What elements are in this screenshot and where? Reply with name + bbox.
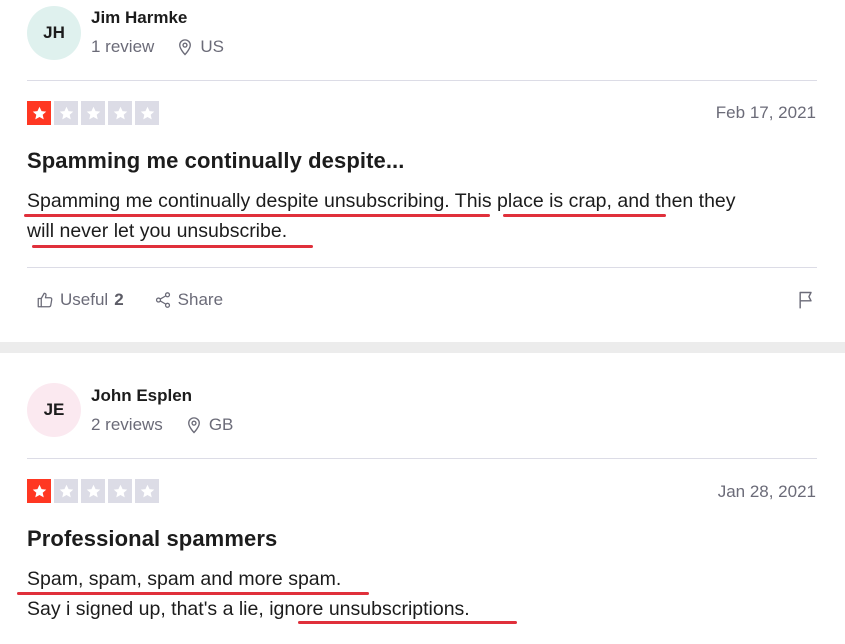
- review-body-line: Spam, spam, spam and more spam.: [27, 568, 342, 590]
- highlight-underline: [503, 214, 666, 217]
- star-icon: [27, 479, 51, 503]
- review-count: 2 reviews: [91, 415, 163, 434]
- share-icon: [155, 292, 170, 308]
- divider: [27, 267, 817, 268]
- reviewer-country: US: [200, 37, 224, 56]
- divider: [27, 80, 817, 81]
- reviewer-country: GB: [208, 415, 234, 434]
- reviewer-meta: 1 review US: [91, 37, 224, 57]
- review-body-line: Say i signed up, that's a lie, ignore un…: [27, 598, 470, 620]
- star-icon: [27, 101, 51, 125]
- reviewer-meta: 2 reviews GB: [91, 415, 233, 435]
- highlight-underline: [24, 214, 490, 217]
- share-label: Share: [177, 290, 224, 309]
- avatar[interactable]: JE: [27, 383, 81, 437]
- highlight-underline: [32, 245, 313, 248]
- review-card: JH Jim Harmke 1 review US Feb 17, 2021 S…: [0, 0, 845, 342]
- review-actions: Useful 2 Share: [36, 290, 253, 310]
- review-body-line: Spamming me continually despite unsubscr…: [27, 190, 736, 212]
- reviewer-name[interactable]: Jim Harmke: [91, 8, 187, 28]
- divider: [27, 458, 817, 459]
- useful-count: 2: [114, 290, 124, 309]
- review-title[interactable]: Professional spammers: [27, 526, 277, 552]
- star-icon: [135, 479, 159, 503]
- reviewer-name[interactable]: John Esplen: [91, 386, 192, 406]
- star-icon: [81, 101, 105, 125]
- star-icon: [135, 101, 159, 125]
- star-rating: [27, 479, 159, 503]
- thumbs-up-icon: [37, 292, 53, 308]
- review-body-line: will never let you unsubscribe.: [27, 220, 288, 242]
- highlight-underline: [298, 621, 517, 624]
- review-date: Jan 28, 2021: [717, 482, 816, 501]
- review-separator: [0, 342, 845, 353]
- useful-label: Useful: [60, 290, 109, 309]
- location-pin-icon: [187, 417, 200, 434]
- star-rating: [27, 101, 159, 125]
- review-date: Feb 17, 2021: [715, 103, 816, 122]
- location-pin-icon: [179, 39, 192, 56]
- share-button[interactable]: Share: [154, 290, 223, 310]
- avatar[interactable]: JH: [27, 6, 81, 60]
- star-icon: [81, 479, 105, 503]
- useful-button[interactable]: Useful 2: [36, 290, 124, 310]
- review-count: 1 review: [91, 37, 155, 56]
- star-icon: [54, 479, 78, 503]
- highlight-underline: [17, 592, 369, 595]
- review-card: JE John Esplen 2 reviews GB Jan 28, 2021…: [0, 353, 845, 644]
- star-icon: [108, 101, 132, 125]
- flag-icon[interactable]: [796, 290, 816, 310]
- star-icon: [108, 479, 132, 503]
- star-icon: [54, 101, 78, 125]
- review-title[interactable]: Spamming me continually despite...: [27, 148, 404, 174]
